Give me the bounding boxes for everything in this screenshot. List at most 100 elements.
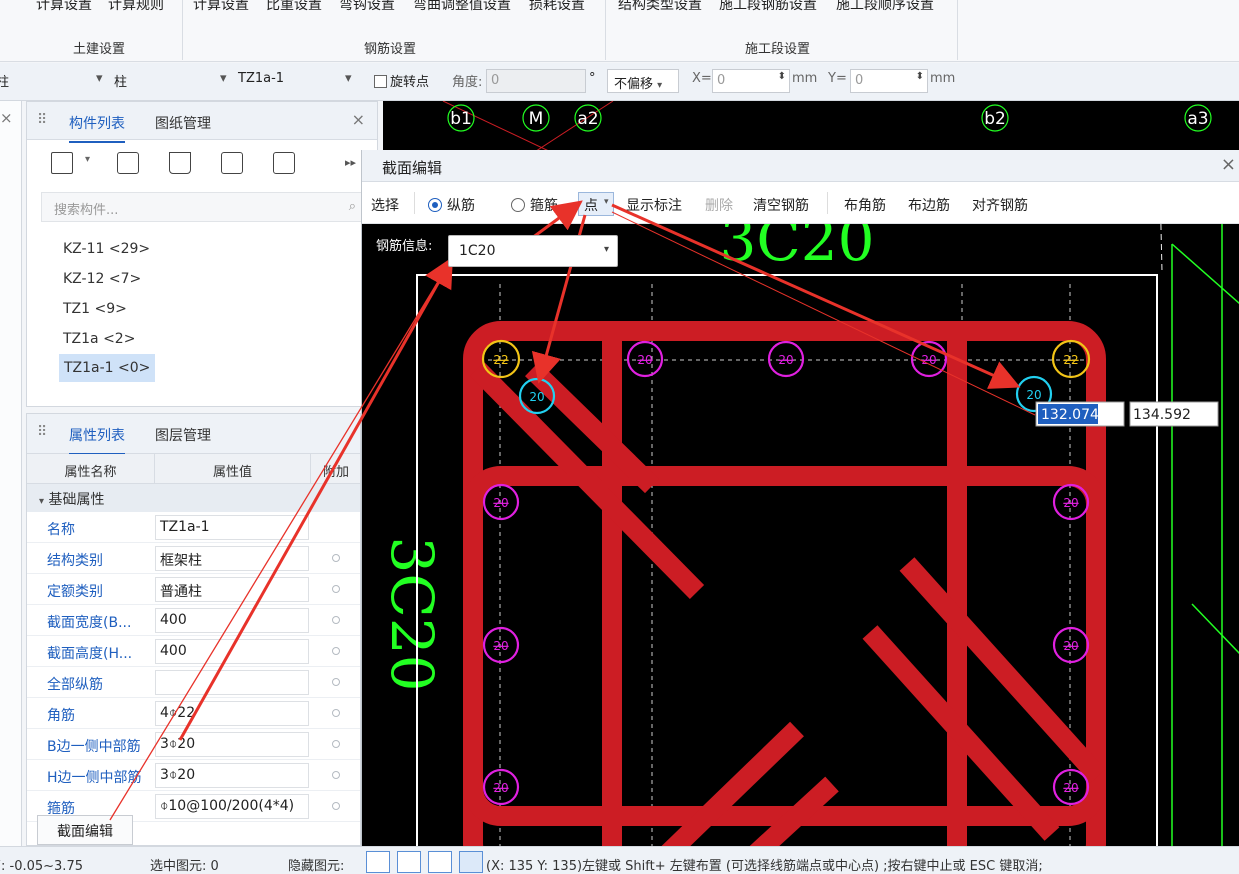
property-value-input[interactable]: 框架柱	[155, 546, 309, 571]
property-row[interactable]: 截面宽度(B... 400	[27, 605, 360, 636]
search-icon[interactable]: ⌕	[349, 199, 356, 214]
spinner-icon[interactable]: ⬍	[778, 71, 786, 82]
dialog-title-bar[interactable]: 截面编辑 ×	[362, 150, 1239, 182]
ribbon: 计算设置 计算规则 计算设置 比重设置 弯钩设置 弯曲调整值设置 损耗设置 结构…	[0, 0, 1239, 62]
property-row[interactable]: H边一侧中部筋 3⌽20	[27, 760, 360, 791]
extra-toggle-icon[interactable]	[332, 616, 340, 624]
list-item[interactable]: KZ-12 <7>	[59, 268, 145, 290]
property-value-input[interactable]: 3⌽20	[155, 732, 309, 757]
property-row[interactable]: 名称 TZ1a-1	[27, 512, 360, 543]
group-basic-properties[interactable]: ▾ 基础属性	[27, 484, 360, 512]
property-row[interactable]: 定额类别 普通柱	[27, 574, 360, 605]
ribbon-hook-settings[interactable]: 弯钩设置	[339, 0, 395, 14]
property-value-input[interactable]: 4⌽22	[155, 701, 309, 726]
extra-toggle-icon[interactable]	[332, 802, 340, 810]
property-row[interactable]: 结构类别 框架柱	[27, 543, 360, 574]
ribbon-calc-settings-1[interactable]: 计算设置	[36, 0, 92, 14]
drag-handle-icon[interactable]: ⠿	[37, 112, 47, 128]
y-input[interactable]: 0 ⬍	[850, 69, 928, 93]
property-name: 截面高度(H...	[47, 646, 133, 662]
tab-drawing-manager[interactable]: 图纸管理	[155, 113, 211, 133]
extra-toggle-icon[interactable]	[332, 647, 340, 655]
radio-icon[interactable]	[511, 198, 525, 212]
spinner-icon[interactable]: ⬍	[916, 71, 924, 82]
component-select-value[interactable]: TZ1a-1	[238, 71, 284, 86]
ribbon-calc-settings-2[interactable]: 计算设置	[193, 0, 249, 14]
tab-property-list[interactable]: 属性列表	[69, 425, 125, 455]
section-canvas[interactable]: 3C20 3C20 22 22 20 20 20 20 20 20 20 20 …	[362, 224, 1239, 846]
section-edit-button[interactable]: 截面编辑	[37, 815, 133, 845]
property-value-input[interactable]: ⌽10@100/200(4*4)	[155, 794, 309, 819]
chevron-down-icon[interactable]: ▾	[85, 154, 90, 165]
close-icon[interactable]: ×	[352, 110, 365, 129]
ribbon-bend-adjust-settings[interactable]: 弯曲调整值设置	[413, 0, 511, 14]
chevron-down-icon[interactable]: ▾	[345, 71, 352, 86]
snap-point-icon[interactable]	[459, 851, 483, 873]
stirrup-radio[interactable]: 箍筋	[511, 195, 558, 215]
extra-toggle-icon[interactable]	[332, 740, 340, 748]
rebar-info-select[interactable]: 1C20 ▾	[448, 235, 618, 267]
layer-select-value[interactable]: 柱	[0, 71, 9, 90]
corner-rebar-button[interactable]: 布角筋	[844, 195, 886, 215]
ribbon-calc-rules[interactable]: 计算规则	[108, 0, 164, 14]
ribbon-loss-settings[interactable]: 损耗设置	[529, 0, 585, 14]
list-item[interactable]: TZ1 <9>	[59, 298, 131, 320]
orthogonal-icon[interactable]	[366, 851, 390, 873]
extra-toggle-icon[interactable]	[332, 554, 340, 562]
ribbon-segment-rebar-settings[interactable]: 施工段钢筋设置	[719, 0, 817, 14]
property-row[interactable]: 全部纵筋	[27, 667, 360, 698]
close-icon[interactable]: ×	[0, 109, 13, 127]
copy-icon[interactable]	[117, 152, 139, 174]
close-icon[interactable]: ×	[1221, 154, 1236, 175]
property-value-input[interactable]: 400	[155, 608, 309, 633]
chevron-down-icon[interactable]: ▾	[220, 71, 227, 86]
drag-handle-icon[interactable]: ⠿	[37, 424, 47, 440]
more-icon[interactable]: ▸▸	[345, 156, 356, 169]
show-marks-button[interactable]: 显示标注	[626, 195, 682, 215]
list-item[interactable]: TZ1a <2>	[59, 328, 139, 350]
select-button[interactable]: 选择	[371, 195, 399, 215]
property-value-input[interactable]	[155, 670, 309, 695]
save-icon[interactable]	[273, 152, 295, 174]
property-value-input[interactable]: 3⌽20	[155, 763, 309, 788]
property-value-input[interactable]: 400	[155, 639, 309, 664]
radio-checked-icon[interactable]	[428, 198, 442, 212]
x-input[interactable]: 0 ⬍	[712, 69, 790, 93]
angle-input[interactable]: 0	[486, 69, 586, 93]
property-row[interactable]: 角筋 4⌽22	[27, 698, 360, 729]
point-mode-dropdown[interactable]: 点 ▾	[578, 192, 614, 216]
ribbon-segment-order-settings[interactable]: 施工段顺序设置	[836, 0, 934, 14]
new-component-icon[interactable]	[51, 152, 73, 174]
tab-component-list[interactable]: 构件列表	[69, 113, 125, 143]
extra-toggle-icon[interactable]	[332, 771, 340, 779]
property-row[interactable]: B边一侧中部筋 3⌽20	[27, 729, 360, 760]
align-rebar-button[interactable]: 对齐钢筋	[972, 195, 1028, 215]
delete-icon[interactable]	[169, 152, 191, 174]
list-item[interactable]: KZ-11 <29>	[59, 238, 154, 260]
rotate-point-checkbox[interactable]: 旋转点	[374, 71, 429, 90]
longitudinal-radio[interactable]: 纵筋	[428, 195, 475, 215]
chevron-down-icon[interactable]: ▾	[96, 71, 103, 86]
checkbox-icon[interactable]	[374, 75, 387, 88]
ribbon-density-settings[interactable]: 比重设置	[266, 0, 322, 14]
line-icon[interactable]	[397, 851, 421, 873]
list-item-selected[interactable]: TZ1a-1 <0>	[59, 354, 156, 382]
search-input[interactable]: 搜索构件... ⌕	[41, 192, 367, 222]
delete-button[interactable]: 删除	[705, 195, 733, 215]
property-value-input[interactable]: 普通柱	[155, 577, 309, 602]
type-select-value[interactable]: 柱	[114, 71, 127, 90]
edge-rebar-button[interactable]: 布边筋	[908, 195, 950, 215]
duplicate-icon[interactable]	[221, 152, 243, 174]
perpendicular-icon[interactable]	[428, 851, 452, 873]
property-row[interactable]: 截面高度(H... 400	[27, 636, 360, 667]
property-value-input[interactable]: TZ1a-1	[155, 515, 309, 540]
cad-canvas[interactable]: b1 M a2 b2 a3	[383, 100, 1239, 154]
rotate-point-label: 旋转点	[390, 75, 430, 90]
tab-layer-manager[interactable]: 图层管理	[155, 425, 211, 445]
extra-toggle-icon[interactable]	[332, 585, 340, 593]
extra-toggle-icon[interactable]	[332, 709, 340, 717]
clear-rebar-button[interactable]: 清空钢筋	[753, 195, 809, 215]
extra-toggle-icon[interactable]	[332, 678, 340, 686]
offset-select[interactable]: 不偏移 ▾	[607, 69, 679, 93]
ribbon-structure-type-settings[interactable]: 结构类型设置	[618, 0, 702, 14]
